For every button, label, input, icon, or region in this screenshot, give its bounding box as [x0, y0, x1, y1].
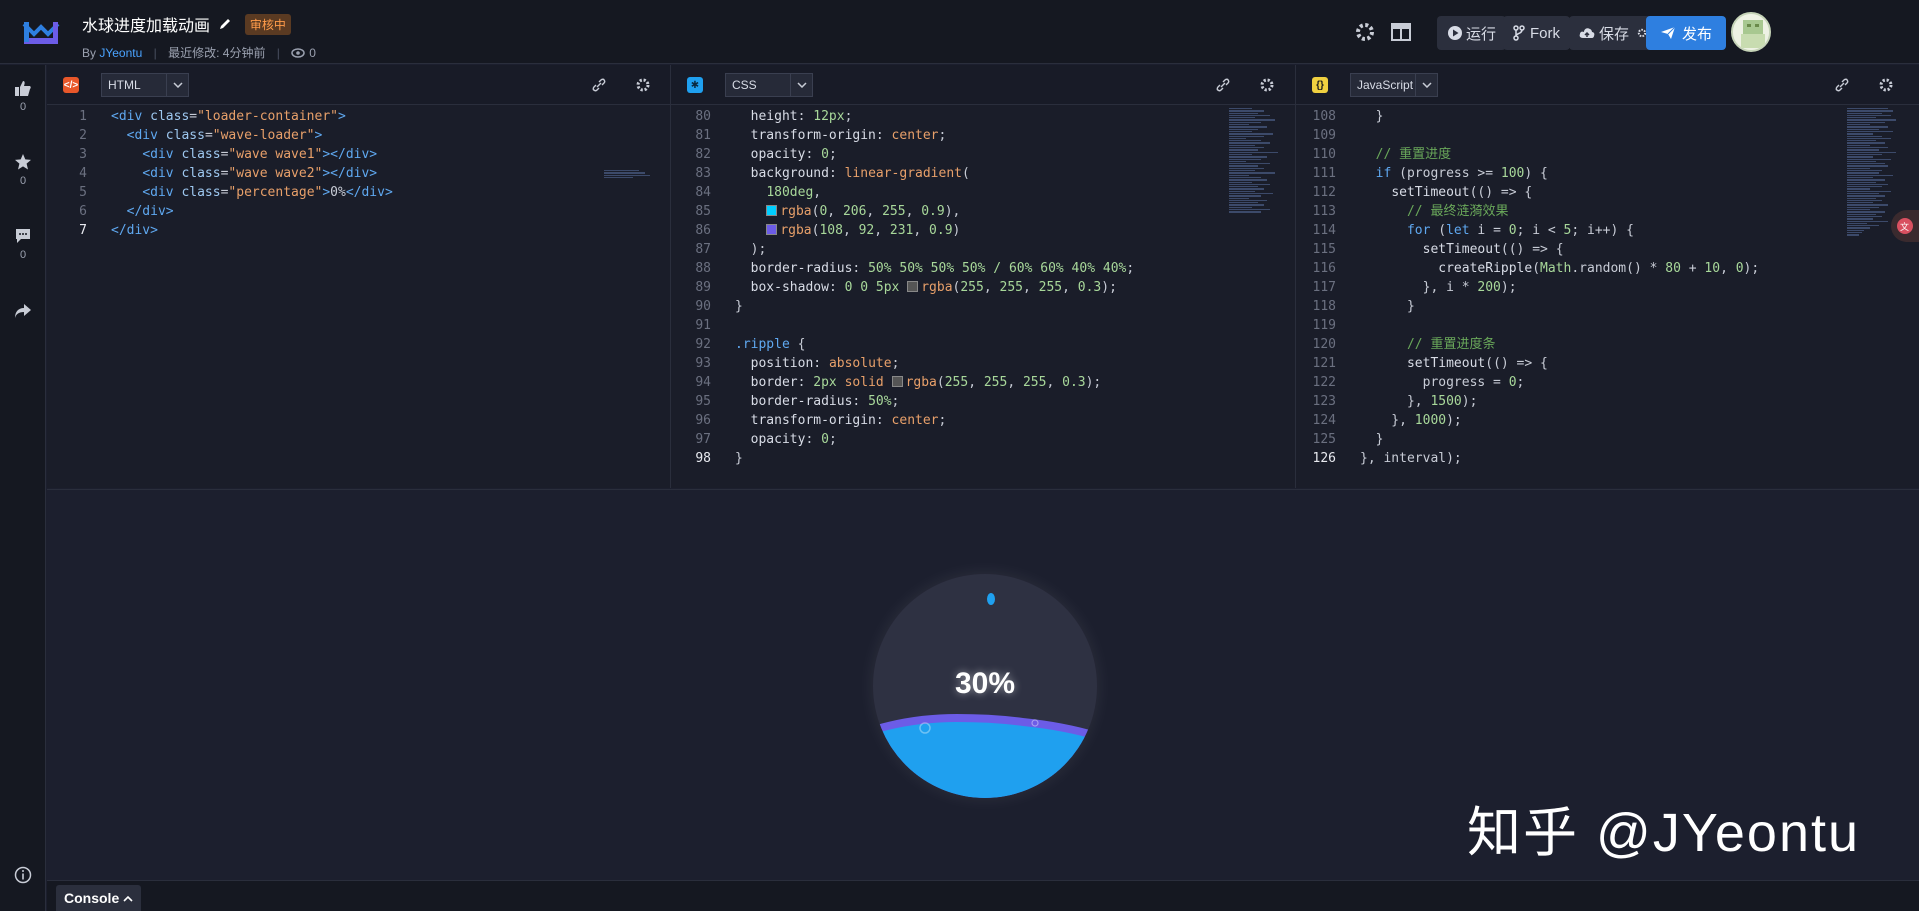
- console-label: Console: [64, 890, 120, 906]
- run-label: 运行: [1466, 25, 1497, 43]
- js-lang-icon: {}: [1312, 77, 1328, 93]
- project-meta: By JYeontu | 最近修改: 4分钟前 | 0: [82, 44, 316, 61]
- css-lang-label: CSS: [732, 78, 757, 92]
- chevron-down-icon: [790, 74, 812, 96]
- css-lang-select[interactable]: CSS: [725, 73, 813, 97]
- cloud-upload-icon: [1579, 28, 1595, 38]
- chevron-down-icon: [1415, 74, 1437, 96]
- top-bar: 水球进度加载动画 审核中 By JYeontu | 最近修改: 4分钟前 | 0…: [0, 0, 1919, 64]
- css-lang-icon: ✱: [687, 77, 703, 93]
- html-pane-header: </> HTML: [47, 65, 670, 105]
- like-button[interactable]: 0: [0, 79, 46, 113]
- water-ball-loader: 30%: [873, 574, 1097, 798]
- html-lang-icon: </>: [63, 77, 79, 93]
- html-lang-select[interactable]: HTML: [101, 73, 189, 97]
- html-minimap[interactable]: [604, 169, 662, 179]
- avatar[interactable]: [1731, 12, 1771, 52]
- chevron-down-icon: [166, 74, 188, 96]
- play-icon: [1448, 26, 1462, 40]
- view-count: 0: [309, 46, 316, 60]
- css-pane: ✱ CSS 80 height: 12px; 81 transform-orig…: [671, 65, 1296, 488]
- link-icon[interactable]: [1215, 77, 1231, 93]
- status-badge: 审核中: [244, 13, 291, 35]
- js-lang-select[interactable]: JavaScript: [1350, 73, 1438, 97]
- pane-settings-gear-icon[interactable]: [1878, 77, 1894, 93]
- run-button[interactable]: 运行: [1437, 16, 1507, 50]
- editor-panes: </> HTML 1 <div class="loader-container">…: [47, 65, 1919, 488]
- publish-button[interactable]: 发布: [1646, 16, 1727, 50]
- console-toggle-button[interactable]: Console: [56, 885, 142, 911]
- share-button[interactable]: [0, 303, 46, 323]
- layout-grid-icon[interactable]: [1383, 14, 1419, 50]
- star-count: 0: [19, 175, 27, 187]
- author-link[interactable]: JYeontu: [99, 46, 142, 60]
- js-code-editor[interactable]: 108 } 109 110 // 重置进度 111 if (progress >…: [1296, 105, 1919, 488]
- link-icon[interactable]: [1834, 77, 1850, 93]
- comment-icon: [16, 229, 30, 243]
- meta-divider: |: [276, 46, 280, 60]
- js-pane: {} JavaScript 108 } 109 110 // 重置进度 111 …: [1296, 65, 1919, 488]
- html-pane: </> HTML 1 <div class="loader-container">…: [47, 65, 671, 488]
- app-logo[interactable]: [22, 16, 60, 48]
- toolbar: 运行 Fork 保存 发布: [1356, 12, 1919, 52]
- css-minimap[interactable]: [1229, 107, 1287, 214]
- like-count: 0: [19, 101, 27, 113]
- save-button[interactable]: 保存: [1569, 16, 1656, 50]
- css-code-editor[interactable]: 80 height: 12px; 81 transform-origin: ce…: [671, 105, 1295, 488]
- thumbs-up-icon: [15, 81, 31, 96]
- project-title: 水球进度加载动画: [82, 18, 211, 35]
- svg-text:文: 文: [1900, 221, 1909, 233]
- modified-time: 最近修改: 4分钟前: [168, 46, 266, 60]
- pane-settings-gear-icon[interactable]: [635, 77, 651, 93]
- css-pane-header: ✱ CSS: [671, 65, 1295, 105]
- droplet-icon: [987, 593, 995, 605]
- console-bar: Console: [47, 880, 1919, 911]
- project-header: 水球进度加载动画 审核中 By JYeontu | 最近修改: 4分钟前 | 0: [82, 12, 316, 61]
- pane-settings-gear-icon[interactable]: [1259, 77, 1275, 93]
- js-lang-label: JavaScript: [1357, 78, 1414, 92]
- fork-icon: [1513, 25, 1525, 41]
- link-icon[interactable]: [591, 77, 607, 93]
- js-pane-header: {} JavaScript: [1296, 65, 1919, 105]
- translate-floating-icon[interactable]: 文: [1891, 210, 1919, 242]
- zhihu-watermark: 知乎 @JYeontu: [1467, 803, 1861, 863]
- left-rail: 0 0 0: [0, 65, 46, 911]
- paper-plane-icon: [1661, 26, 1676, 39]
- save-label: 保存: [1599, 25, 1630, 43]
- progress-percentage: 30%: [954, 667, 1016, 700]
- fork-label: Fork: [1530, 24, 1560, 42]
- info-icon[interactable]: [14, 866, 32, 884]
- share-icon: [15, 304, 31, 318]
- settings-gear-icon[interactable]: [1347, 14, 1383, 50]
- by-label: By: [82, 46, 97, 60]
- meta-divider: |: [153, 46, 157, 60]
- comment-count: 0: [19, 249, 27, 261]
- fork-button[interactable]: Fork: [1503, 16, 1570, 50]
- edit-pencil-icon[interactable]: [218, 17, 232, 31]
- html-code-editor[interactable]: 1 <div class="loader-container"> 2 <div c…: [47, 105, 670, 488]
- preview-area: 30% 知乎 @JYeontu: [47, 489, 1919, 880]
- chevron-up-icon: [123, 895, 133, 902]
- comment-button[interactable]: 0: [0, 227, 46, 261]
- html-lang-label: HTML: [108, 78, 141, 92]
- publish-label: 发布: [1682, 25, 1713, 43]
- eye-icon: [291, 48, 306, 58]
- star-icon: [15, 154, 31, 170]
- star-button[interactable]: 0: [0, 153, 46, 187]
